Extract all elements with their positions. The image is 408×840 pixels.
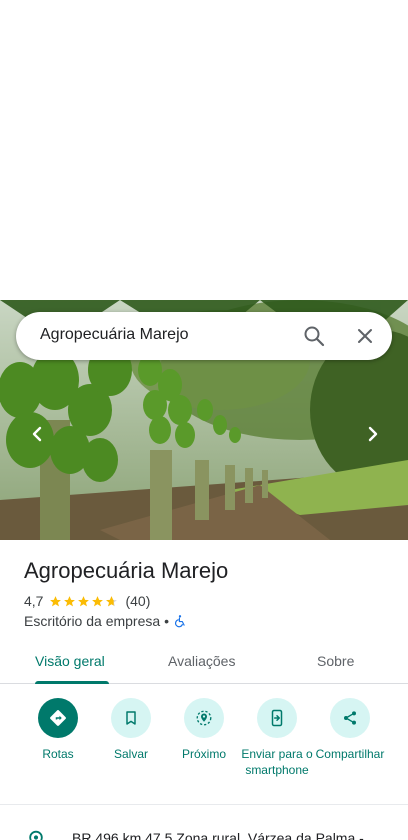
directions-button[interactable]: Rotas [18,698,98,762]
search-icon[interactable] [302,324,326,348]
tab-overview[interactable]: Visão geral [35,653,105,669]
tab-about[interactable]: Sobre [317,653,354,669]
share-button[interactable]: Compartilhar [310,698,390,762]
nearby-button-circle[interactable] [184,698,224,738]
save-label[interactable]: Salvar [91,746,171,762]
share-label[interactable]: Compartilhar [310,746,390,762]
save-button[interactable]: Salvar [91,698,171,762]
section-divider [0,804,408,805]
bookmark-icon [126,711,136,725]
tab-reviews[interactable]: Avaliações [168,653,235,669]
search-bar[interactable]: Agropecuária Marejo [16,312,392,360]
place-category: Escritório da empresa [24,613,161,629]
action-buttons: Rotas Salvar Próximo Enviar para o smart… [0,698,408,798]
star-icon [92,595,104,606]
star-icon [64,595,76,606]
star-icon [50,595,62,606]
rating-value: 4,7 [24,593,44,609]
directions-label[interactable]: Rotas [18,746,98,762]
active-tab-indicator [35,681,109,684]
place-title: Agropecuária Marejo [24,558,229,583]
separator: • [164,613,170,629]
close-icon[interactable] [353,324,377,348]
search-input[interactable]: Agropecuária Marejo [40,326,189,344]
nearby-icon [196,710,212,726]
location-pin-icon [29,830,43,840]
map-blank-area [0,0,408,300]
wheelchair-accessible-icon[interactable] [173,614,187,628]
nearby-button[interactable]: Próximo [164,698,244,762]
save-button-circle[interactable] [111,698,151,738]
rating-row[interactable]: 4,7 (40) [24,592,150,610]
share-icon [344,711,356,725]
previous-photo-arrow-icon[interactable] [25,422,49,446]
directions-button-circle[interactable] [38,698,78,738]
star-rating [49,595,119,608]
half-star-icon [106,595,118,606]
nearby-label[interactable]: Próximo [164,746,244,762]
send-to-phone-button[interactable]: Enviar para o smartphone [237,698,317,778]
place-tabs: Visão geral Avaliações Sobre [0,640,408,684]
star-icon [78,595,90,606]
share-button-circle[interactable] [330,698,370,738]
send-to-phone-icon [271,709,283,727]
review-count[interactable]: (40) [125,593,150,609]
next-photo-arrow-icon[interactable] [361,422,385,446]
category-row: Escritório da empresa • [24,612,187,630]
send-to-phone-button-circle[interactable] [257,698,297,738]
address-text: BR 496 km 47,5 Zona rural, Várzea da Pal… [72,830,364,840]
directions-icon [50,710,66,726]
send-to-phone-label[interactable]: Enviar para o smartphone [237,746,317,778]
address-row[interactable]: BR 496 km 47,5 Zona rural, Várzea da Pal… [0,820,408,840]
